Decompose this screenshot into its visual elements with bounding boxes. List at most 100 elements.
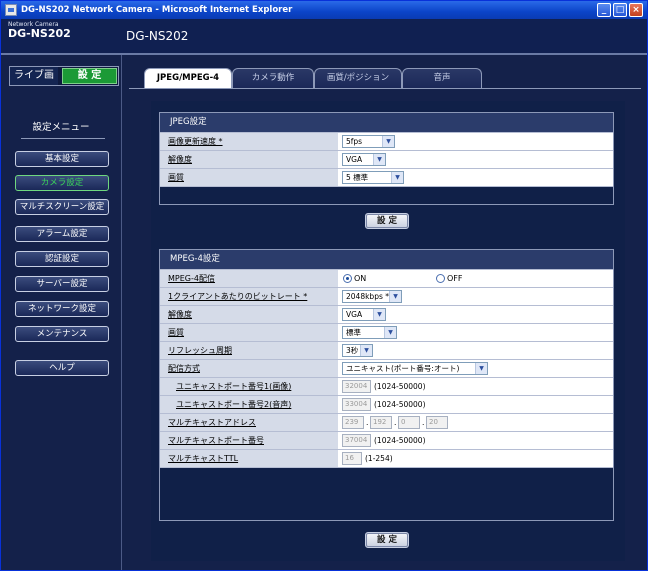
tab-image-position[interactable]: 画質/ポジション — [314, 68, 402, 88]
mpeg4-row-bitrate: 1クライアントあたりのビットレート * 2048kbps * ▼ — [160, 287, 613, 305]
chevron-down-icon: ▼ — [373, 154, 385, 165]
mpeg4-quality-label[interactable]: 画質 — [160, 324, 338, 341]
menu-divider — [21, 138, 105, 139]
jpeg-row-resolution: 解像度 VGA ▼ — [160, 150, 613, 168]
setup-menu-title: 設定メニュー — [32, 122, 90, 133]
jpeg-quality-select[interactable]: 5 標準 ▼ — [342, 171, 404, 184]
menu-item-server[interactable]: サーバー設定 — [15, 276, 109, 292]
multicast-port-range: (1024-50000) — [374, 436, 426, 445]
jpeg-resolution-select[interactable]: VGA ▼ — [342, 153, 386, 166]
chevron-down-icon: ▼ — [384, 327, 396, 338]
menu-item-basic[interactable]: 基本設定 — [15, 151, 109, 167]
tab-camera-operation[interactable]: カメラ動作 — [232, 68, 314, 88]
jpeg-header: JPEG設定 — [160, 113, 613, 132]
unicast-video-port-input[interactable]: 32004 — [342, 380, 371, 393]
multicast-address-label[interactable]: マルチキャストアドレス — [160, 414, 338, 431]
menu-item-alarm[interactable]: アラーム設定 — [15, 226, 109, 242]
mpeg4-refresh-label[interactable]: リフレッシュ周期 — [160, 342, 338, 359]
unicast-audio-port-label[interactable]: ユニキャストポート番号2(音声) — [160, 396, 338, 413]
jpeg-refresh-rate-select[interactable]: 5fps ▼ — [342, 135, 395, 148]
delivery-off-radio[interactable] — [436, 274, 445, 283]
mpeg4-row-multicast-port: マルチキャストポート番号 37004 (1024-50000) — [160, 431, 613, 449]
maximize-button[interactable]: □ — [613, 3, 627, 17]
mpeg4-row-resolution: 解像度 VGA ▼ — [160, 305, 613, 323]
octet-separator: . — [394, 418, 397, 427]
browser-window: DG-NS202 Network Camera - Microsoft Inte… — [0, 0, 648, 571]
menu-item-network[interactable]: ネットワーク設定 — [15, 301, 109, 317]
setup-mode-button[interactable]: 設 定 — [62, 68, 117, 84]
mpeg4-delivery-label[interactable]: MPEG-4配信 — [160, 270, 338, 287]
menu-item-multiscreen[interactable]: マルチスクリーン設定 — [15, 199, 109, 215]
jpeg-button-row — [160, 186, 613, 204]
mpeg4-bitrate-select[interactable]: 2048kbps * ▼ — [342, 290, 402, 303]
mpeg4-resolution-label[interactable]: 解像度 — [160, 306, 338, 323]
unicast-video-port-range: (1024-50000) — [374, 382, 426, 391]
tab-jpeg-mpeg4[interactable]: JPEG/MPEG-4 — [144, 68, 232, 89]
mpeg4-method-select[interactable]: ユニキャスト(ポート番号:オート) ▼ — [342, 362, 488, 375]
mpeg4-row-multicast-ttl: マルチキャストTTL 16 (1-254) — [160, 449, 613, 467]
mpeg4-quality-select[interactable]: 標準 ▼ — [342, 326, 397, 339]
tab-audio[interactable]: 音声 — [402, 68, 482, 88]
ie-icon — [5, 4, 17, 16]
jpeg-quality-label[interactable]: 画質 — [160, 169, 338, 186]
mpeg4-button-row — [160, 467, 613, 520]
mpeg4-row-method: 配信方式 ユニキャスト(ポート番号:オート) ▼ — [160, 359, 613, 377]
jpeg-row-refresh-rate: 画像更新速度 * 5fps ▼ — [160, 132, 613, 150]
unicast-video-port-label[interactable]: ユニキャストポート番号1(画像) — [160, 378, 338, 395]
menu-item-maintenance[interactable]: メンテナンス — [15, 326, 109, 342]
mpeg4-set-button[interactable]: 設 定 — [365, 532, 409, 548]
delivery-off-label: OFF — [447, 274, 463, 283]
multicast-ttl-label[interactable]: マルチキャストTTL — [160, 450, 338, 467]
mpeg4-method-label[interactable]: 配信方式 — [160, 360, 338, 377]
menu-item-auth[interactable]: 認証設定 — [15, 251, 109, 267]
chevron-down-icon: ▼ — [475, 363, 487, 374]
menu-item-camera[interactable]: カメラ設定 — [15, 175, 109, 191]
delivery-on-radio[interactable] — [343, 274, 352, 283]
mpeg4-resolution-select[interactable]: VGA ▼ — [342, 308, 386, 321]
chevron-down-icon: ▼ — [382, 136, 394, 147]
multicast-ttl-input[interactable]: 16 — [342, 452, 362, 465]
pane-divider — [121, 55, 122, 570]
title-bar: DG-NS202 Network Camera - Microsoft Inte… — [1, 1, 647, 19]
mpeg4-row-unicast-video: ユニキャストポート番号1(画像) 32004 (1024-50000) — [160, 377, 613, 395]
delivery-on-label: ON — [354, 274, 367, 283]
unicast-audio-port-input[interactable]: 33004 — [342, 398, 371, 411]
chevron-down-icon: ▼ — [360, 345, 372, 356]
help-button[interactable]: ヘルプ — [15, 360, 109, 376]
octet-separator: . — [366, 418, 369, 427]
multicast-port-label[interactable]: マルチキャストポート番号 — [160, 432, 338, 449]
mpeg4-row-delivery: MPEG-4配信 ON OFF — [160, 269, 613, 287]
mpeg4-row-unicast-audio: ユニキャストポート番号2(音声) 33004 (1024-50000) — [160, 395, 613, 413]
mpeg4-row-quality: 画質 標準 ▼ — [160, 323, 613, 341]
brand-model: DG-NS202 — [8, 27, 71, 40]
mpeg4-bitrate-label[interactable]: 1クライアントあたりのビットレート * — [160, 288, 338, 305]
chevron-down-icon: ▼ — [373, 309, 385, 320]
jpeg-settings-panel: JPEG設定 画像更新速度 * 5fps ▼ 解像度 VGA ▼ 画質 5 標準 ▼ — [159, 112, 614, 205]
mpeg4-row-refresh: リフレッシュ周期 3秒 ▼ — [160, 341, 613, 359]
window-title: DG-NS202 Network Camera - Microsoft Inte… — [21, 5, 293, 15]
mpeg4-refresh-select[interactable]: 3秒 ▼ — [342, 344, 373, 357]
chevron-down-icon: ▼ — [389, 291, 401, 302]
minimize-button[interactable]: _ — [597, 3, 611, 17]
jpeg-set-button[interactable]: 設 定 — [365, 213, 409, 229]
octet-separator: . — [422, 418, 425, 427]
jpeg-resolution-label[interactable]: 解像度 — [160, 151, 338, 168]
close-button[interactable]: × — [629, 3, 643, 17]
multicast-port-input[interactable]: 37004 — [342, 434, 371, 447]
mode-switch: ライブ画 設 定 — [9, 66, 119, 86]
page-title: DG-NS202 — [126, 29, 189, 43]
jpeg-row-quality: 画質 5 標準 ▼ — [160, 168, 613, 186]
multicast-octet-3[interactable]: 0 — [398, 416, 420, 429]
brand-logo: Network Camera DG-NS202 — [8, 21, 71, 40]
jpeg-refresh-rate-label[interactable]: 画像更新速度 * — [160, 133, 338, 150]
multicast-octet-4[interactable]: 20 — [426, 416, 448, 429]
multicast-ttl-range: (1-254) — [365, 454, 393, 463]
mpeg4-header: MPEG-4設定 — [160, 250, 613, 269]
mpeg4-settings-panel: MPEG-4設定 MPEG-4配信 ON OFF 1クライアントあたりのビットレ… — [159, 249, 614, 521]
tab-underline — [129, 88, 641, 89]
mpeg4-row-multicast-address: マルチキャストアドレス 239 . 192 . 0 . 20 — [160, 413, 613, 431]
live-mode-button[interactable]: ライブ画 — [10, 67, 58, 85]
chevron-down-icon: ▼ — [391, 172, 403, 183]
multicast-octet-1[interactable]: 239 — [342, 416, 364, 429]
multicast-octet-2[interactable]: 192 — [370, 416, 392, 429]
